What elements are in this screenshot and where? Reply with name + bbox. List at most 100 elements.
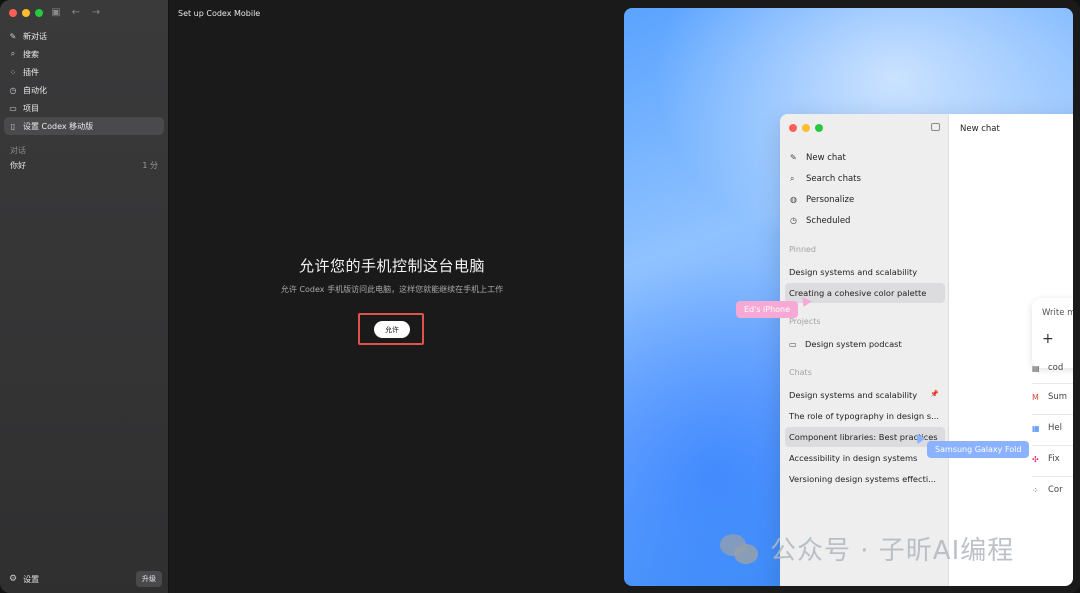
- new-chat-icon: ✎: [9, 31, 17, 41]
- sidebar-item-label: 自动化: [23, 85, 47, 95]
- chat-list-item[interactable]: 你好 1 分: [10, 160, 158, 171]
- mockup-nav-label: Personalize: [806, 194, 855, 205]
- mockup-sidebar: ✎ New chat ⌕ Search chats ◍ Personalize ◷ Sc…: [780, 114, 949, 586]
- code-icon: ▤: [1032, 363, 1040, 373]
- mockup-nav-label: Search chats: [806, 173, 861, 184]
- mockup-nav-item: ⌕ Search chats: [790, 168, 861, 189]
- palette-icon: ◍: [790, 195, 797, 204]
- divider: [1032, 414, 1073, 415]
- chat-time: 1 分: [142, 161, 158, 170]
- chat-title: 你好: [10, 161, 26, 170]
- main-panel: Set up Codex Mobile 允许您的手机控制这台电脑 允许 Code…: [169, 0, 1080, 593]
- window-controls: [9, 9, 43, 17]
- prompt-title: 允许您的手机控制这台电脑: [298, 257, 485, 275]
- mockup-chats-label: Chats: [789, 368, 812, 377]
- clock-icon: ◷: [790, 216, 797, 225]
- permission-prompt: 允许您的手机控制这台电脑 允许 Codex 手机版访问此电脑，这样您就能继续在手…: [264, 255, 520, 296]
- toggle-sidebar-icon[interactable]: ▣: [51, 7, 61, 18]
- settings-label: 设置: [23, 574, 40, 584]
- sidebar-item-new-chat[interactable]: ✎ 新对话: [4, 27, 164, 45]
- mockup-nav-item: ◷ Scheduled: [790, 210, 861, 231]
- mockup-minimize-dot: [802, 124, 810, 132]
- divider: [1032, 476, 1073, 477]
- sidebar-item-automation[interactable]: ◷ 自动化: [4, 81, 164, 99]
- sidebar-item-plugins[interactable]: ⁘ 插件: [4, 63, 164, 81]
- mockup-compose-box: Write m +: [1032, 298, 1073, 368]
- device-tag-iphone: Ed's iPhone: [736, 301, 799, 318]
- mockup-nav-item: ✎ New chat: [790, 147, 861, 168]
- minimize-window-button[interactable]: [22, 9, 30, 17]
- clock-icon: ◷: [9, 85, 17, 95]
- mockup-chat-label: Design systems and scalability: [789, 390, 918, 400]
- mockup-project-label: Design system podcast: [805, 339, 902, 349]
- search-icon: ⌕: [790, 173, 795, 183]
- mockup-pinned-label: Pinned: [789, 245, 817, 254]
- plus-icon: +: [1042, 331, 1054, 347]
- sidebar-item-setup-mobile[interactable]: ▯ 设置 Codex 移动版: [4, 117, 164, 135]
- mockup-nav-label: Scheduled: [806, 215, 851, 226]
- divider: [1032, 383, 1073, 384]
- edit-icon: ✎: [790, 153, 797, 162]
- mockup-close-dot: [789, 124, 797, 132]
- mockup-compose-placeholder: Write m: [1042, 308, 1073, 318]
- app-icon: ▦: [1032, 423, 1040, 433]
- forward-arrow-icon[interactable]: →: [91, 7, 101, 18]
- mockup-project-item: ▭ Design system podcast: [785, 334, 945, 354]
- mockup-nav-label: New chat: [806, 152, 846, 163]
- mockup-suggestion: ✣ Fix: [1032, 454, 1073, 464]
- mobile-illustration: ✎ New chat ⌕ Search chats ◍ Personalize ◷ Sc…: [624, 8, 1073, 586]
- mockup-suggestion: ▦ Hel: [1032, 423, 1073, 433]
- mockup-projects-label: Projects: [789, 317, 821, 326]
- pin-icon: 📌: [930, 390, 939, 398]
- settings-button[interactable]: ⚙ 设置: [9, 574, 39, 585]
- search-icon: ⌕: [10, 49, 16, 58]
- app-mockup: ✎ New chat ⌕ Search chats ◍ Personalize ◷ Sc…: [780, 114, 1073, 586]
- mockup-suggestion-label: Fix: [1048, 454, 1060, 464]
- mockup-chat-item: The role of typography in design s...: [789, 411, 939, 421]
- app-window: ▣ ← → ✎ 新对话 ⌕ 搜索 ⁘ 插件 ◷ 自动化 ▭ 项目 ▯ 设置 Co…: [0, 0, 1080, 593]
- sidebar-item-label: 插件: [23, 67, 39, 77]
- mockup-maximize-dot: [815, 124, 823, 132]
- close-window-button[interactable]: [9, 9, 17, 17]
- wechat-icon: [720, 532, 762, 566]
- page-title: Set up Codex Mobile: [178, 9, 261, 18]
- sidebar-item-search[interactable]: ⌕ 搜索: [4, 45, 164, 63]
- mockup-header: New chat: [960, 124, 1000, 134]
- sidebar-item-projects[interactable]: ▭ 项目: [4, 99, 164, 117]
- sidebar-item-label: 项目: [23, 103, 39, 113]
- slack-icon: ✣: [1032, 454, 1039, 464]
- mockup-chat-item: Design systems and scalability 📌: [785, 385, 945, 405]
- mockup-nav: ✎ New chat ⌕ Search chats ◍ Personalize ◷ Sc…: [790, 147, 861, 231]
- phone-icon: ▯: [10, 121, 16, 131]
- mockup-window-controls: [789, 124, 823, 132]
- mockup-pinned-item: Design systems and scalability: [789, 267, 918, 277]
- sidebar: ▣ ← → ✎ 新对话 ⌕ 搜索 ⁘ 插件 ◷ 自动化 ▭ 项目 ▯ 设置 Co…: [0, 0, 169, 593]
- mockup-sidebar-toggle-icon: [931, 123, 940, 131]
- sidebar-item-label: 新对话: [23, 31, 47, 41]
- toolbar-controls: ▣ ← →: [51, 7, 101, 18]
- watermark: 公众号 · 子昕AI编程: [720, 530, 1014, 567]
- mockup-suggestion: ⁘ Cor: [1032, 485, 1073, 495]
- maximize-window-button[interactable]: [35, 9, 43, 17]
- sidebar-item-label: 搜索: [23, 49, 39, 59]
- mockup-suggestion-label: Sum: [1048, 392, 1068, 402]
- back-arrow-icon[interactable]: ←: [71, 7, 81, 18]
- sidebar-nav: ✎ 新对话 ⌕ 搜索 ⁘ 插件 ◷ 自动化 ▭ 项目 ▯ 设置 Codex 移动…: [4, 27, 164, 135]
- folder-icon: ▭: [9, 103, 17, 113]
- mockup-chat-item: Accessibility in design systems: [789, 453, 918, 463]
- device-tag-galaxy: Samsung Galaxy Fold: [927, 441, 1030, 458]
- plugins-icon: ⁘: [9, 67, 17, 77]
- upgrade-button[interactable]: 升级: [136, 571, 162, 587]
- mockup-suggestion: ▤ cod: [1032, 363, 1073, 373]
- highlight-box: 允许: [358, 313, 424, 345]
- prompt-subtitle: 允许 Codex 手机版访问此电脑，这样您就能继续在手机上工作: [280, 285, 504, 294]
- folder-icon: ▭: [789, 339, 797, 349]
- mockup-suggestion: M Sum: [1032, 392, 1073, 402]
- sidebar-footer: ⚙ 设置 升级: [9, 571, 162, 587]
- mockup-chat-item: Versioning design systems effecti...: [789, 474, 937, 484]
- chats-section-label: 对话: [10, 146, 26, 155]
- mockup-suggestion-label: Hel: [1048, 423, 1062, 433]
- watermark-text: 公众号 · 子昕AI编程: [770, 536, 1015, 566]
- mockup-suggestion-label: Cor: [1048, 485, 1063, 495]
- allow-button[interactable]: 允许: [374, 321, 410, 338]
